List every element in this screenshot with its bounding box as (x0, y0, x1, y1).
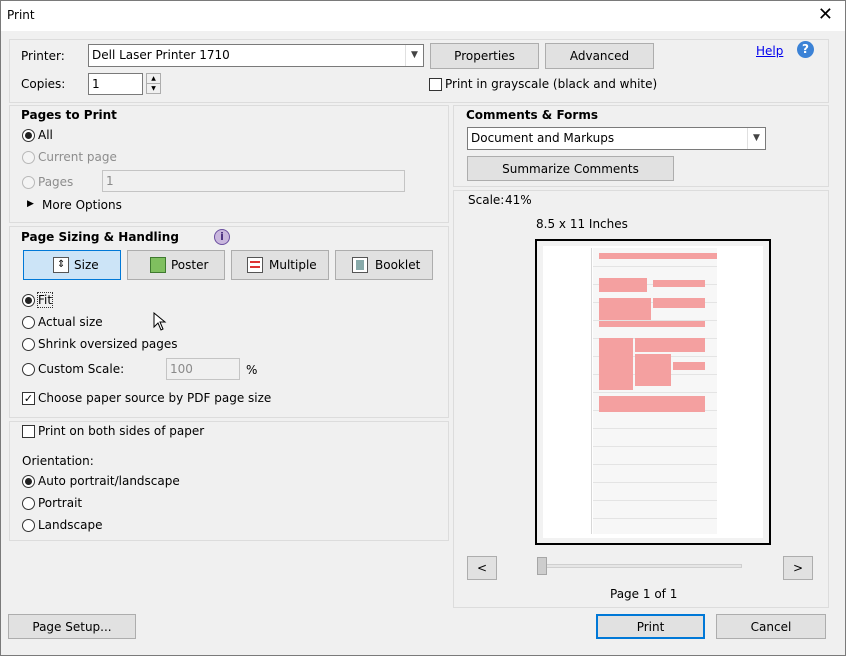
percent-sign: % (246, 363, 258, 377)
current-page-label: Current page (38, 150, 117, 164)
copies-input[interactable]: 1 (88, 73, 143, 95)
page-setup-button[interactable]: Page Setup... (8, 614, 136, 639)
landscape-label: Landscape (38, 518, 103, 532)
page-preview (535, 239, 771, 545)
mouse-cursor-icon (153, 312, 167, 331)
auto-orientation-label: Auto portrait/landscape (38, 474, 180, 488)
poster-button-label: Poster (171, 258, 209, 272)
pages-label: Pages (38, 175, 74, 189)
page-sizing-heading: Page Sizing & Handling (21, 230, 179, 244)
grayscale-checkbox[interactable] (429, 78, 442, 91)
poster-button[interactable]: Poster (127, 250, 225, 280)
paper-size-label: 8.5 x 11 Inches (536, 217, 628, 231)
portrait-radio[interactable] (22, 497, 35, 510)
fit-label: Fit (36, 292, 54, 308)
title-bar: Print ✕ (1, 1, 845, 31)
custom-scale-input[interactable]: 100 (166, 358, 240, 380)
scale-value: 41% (505, 193, 532, 207)
expand-triangle-icon[interactable]: ▶ (27, 199, 34, 209)
custom-scale-radio[interactable] (22, 363, 35, 376)
page-indicator: Page 1 of 1 (610, 587, 678, 601)
landscape-radio[interactable] (22, 519, 35, 532)
advanced-button[interactable]: Advanced (545, 43, 654, 69)
copies-label: Copies: (21, 77, 66, 91)
multiple-button-label: Multiple (269, 258, 317, 272)
auto-orientation-radio[interactable] (22, 475, 35, 488)
poster-icon (150, 257, 166, 273)
orientation-label: Orientation: (22, 454, 94, 468)
both-sides-label: Print on both sides of paper (38, 424, 205, 438)
booklet-icon (352, 257, 368, 273)
pages-radio[interactable] (22, 176, 35, 189)
size-icon: ⇕ (53, 257, 69, 273)
shrink-oversized-label: Shrink oversized pages (38, 337, 178, 351)
help-link[interactable]: Help (756, 44, 783, 58)
page-slider-track[interactable] (538, 564, 742, 568)
booklet-button[interactable]: Booklet (335, 250, 433, 280)
size-button-label: Size (74, 258, 99, 272)
shrink-oversized-radio[interactable] (22, 338, 35, 351)
info-icon[interactable]: i (214, 229, 230, 245)
properties-button[interactable]: Properties (430, 43, 539, 69)
both-sides-checkbox[interactable] (22, 425, 35, 438)
more-options-label[interactable]: More Options (42, 198, 122, 212)
help-icon[interactable]: ? (797, 41, 814, 58)
scale-label: Scale: (468, 193, 505, 207)
next-page-button[interactable]: > (783, 556, 813, 580)
pages-to-print-heading: Pages to Print (21, 108, 117, 122)
printer-select-value: Dell Laser Printer 1710 (92, 48, 230, 62)
actual-size-label: Actual size (38, 315, 103, 329)
all-label: All (38, 128, 53, 142)
multiple-button[interactable]: Multiple (231, 250, 329, 280)
comments-heading: Comments & Forms (466, 108, 598, 122)
chevron-down-icon: ▼ (405, 45, 423, 66)
comments-select[interactable]: Document and Markups ▼ (467, 127, 766, 150)
printer-label: Printer: (21, 49, 65, 63)
actual-size-radio[interactable] (22, 316, 35, 329)
current-page-radio[interactable] (22, 151, 35, 164)
paper-source-label: Choose paper source by PDF page size (38, 391, 272, 405)
fit-radio[interactable] (22, 294, 35, 307)
custom-scale-label: Custom Scale: (38, 362, 125, 376)
paper-source-checkbox[interactable]: ✓ (22, 392, 35, 405)
dialog-title: Print (7, 8, 35, 22)
size-button[interactable]: ⇕ Size (23, 250, 121, 280)
prev-page-button[interactable]: < (467, 556, 497, 580)
all-radio[interactable] (22, 129, 35, 142)
portrait-label: Portrait (38, 496, 83, 510)
printer-select[interactable]: Dell Laser Printer 1710 ▼ (88, 44, 424, 67)
copies-down-icon[interactable]: ▼ (146, 83, 161, 94)
close-icon[interactable]: ✕ (818, 5, 833, 25)
summarize-comments-button[interactable]: Summarize Comments (467, 156, 674, 181)
page-slider-thumb[interactable] (537, 557, 547, 575)
multiple-icon (247, 257, 263, 273)
print-button[interactable]: Print (596, 614, 705, 639)
booklet-button-label: Booklet (375, 258, 421, 272)
cancel-button[interactable]: Cancel (716, 614, 826, 639)
print-dialog: Print ✕ Printer: Dell Laser Printer 1710… (0, 0, 846, 656)
pages-range-input[interactable]: 1 (102, 170, 405, 192)
preview-sheet (543, 246, 763, 538)
chevron-down-icon: ▼ (747, 128, 765, 149)
grayscale-label: Print in grayscale (black and white) (445, 77, 658, 91)
comments-select-value: Document and Markups (471, 131, 615, 145)
